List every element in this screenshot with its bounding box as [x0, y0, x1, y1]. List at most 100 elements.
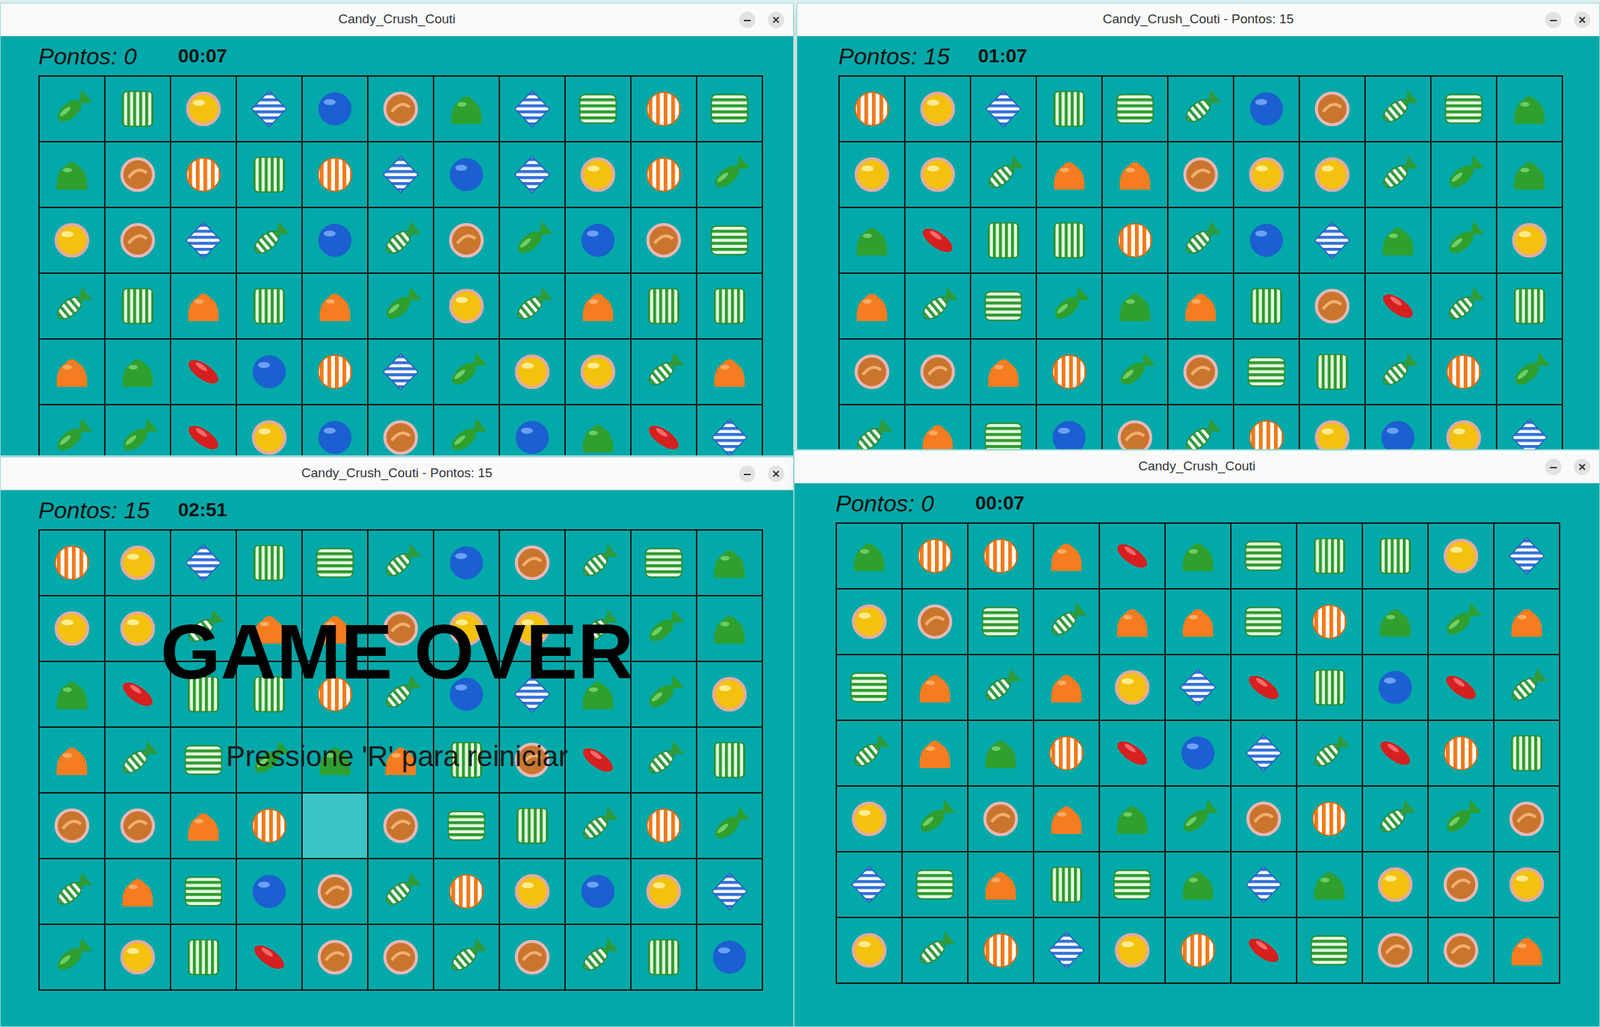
board-cell[interactable]	[1365, 405, 1432, 450]
board-cell[interactable]	[1234, 208, 1300, 274]
board-cell[interactable]	[1168, 142, 1235, 209]
board-cell[interactable]	[1365, 273, 1432, 340]
game-window[interactable]: Candy_Crush_Couti - Pontos: 15Pontos: 15…	[0, 456, 794, 1027]
board-cell[interactable]	[302, 273, 369, 340]
board-cell[interactable]	[1297, 721, 1364, 787]
board-cell[interactable]	[500, 142, 566, 209]
board-cell[interactable]	[39, 859, 106, 926]
close-icon[interactable]	[767, 465, 785, 483]
board-cell[interactable]	[1168, 273, 1235, 340]
board-cell[interactable]	[905, 142, 972, 209]
board-cell[interactable]	[1100, 852, 1166, 919]
board-cell[interactable]	[1428, 523, 1495, 590]
board-cell[interactable]	[1102, 273, 1169, 340]
board-cell[interactable]	[171, 859, 237, 926]
board-cell[interactable]	[1231, 655, 1298, 722]
board-cell[interactable]	[236, 530, 303, 597]
board-cell[interactable]	[1300, 142, 1366, 209]
board-cell[interactable]	[836, 786, 903, 853]
board-cell[interactable]	[105, 339, 172, 406]
board-cell[interactable]	[1365, 142, 1432, 209]
board-cell[interactable]	[39, 728, 106, 794]
board-cell[interactable]	[171, 530, 237, 597]
board-cell[interactable]	[971, 142, 1037, 209]
board-cell[interactable]	[631, 76, 698, 143]
board-cell[interactable]	[1363, 655, 1429, 722]
board-cell[interactable]	[1231, 523, 1298, 590]
board-cell[interactable]	[1494, 918, 1561, 985]
board-cell[interactable]	[1234, 405, 1300, 450]
board-cell[interactable]	[565, 728, 632, 794]
minimize-icon[interactable]	[738, 465, 757, 483]
board-cell[interactable]	[105, 273, 172, 340]
board-cell[interactable]	[105, 793, 172, 860]
board-cell[interactable]	[1497, 339, 1564, 406]
board-cell[interactable]	[1034, 786, 1100, 853]
board-cell[interactable]	[836, 655, 903, 722]
board-cell[interactable]	[631, 273, 698, 340]
board-cell[interactable]	[1100, 589, 1166, 656]
board-cell[interactable]	[236, 859, 303, 926]
title-bar[interactable]: Candy_Crush_Couti - Pontos: 15	[0, 457, 794, 491]
board-cell[interactable]	[1428, 786, 1495, 853]
board-cell[interactable]	[236, 405, 303, 457]
board-cell[interactable]	[1036, 76, 1103, 143]
board-cell[interactable]	[697, 76, 764, 143]
board-cell[interactable]	[1494, 589, 1561, 656]
board-cell[interactable]	[171, 793, 237, 860]
board-cell[interactable]	[1428, 721, 1495, 787]
board-cell[interactable]	[1234, 339, 1300, 406]
board-cell[interactable]	[434, 76, 500, 143]
board-cell[interactable]	[905, 76, 972, 143]
board-cell[interactable]	[697, 208, 764, 274]
board-cell[interactable]	[565, 208, 632, 274]
board-cell[interactable]	[968, 918, 1035, 985]
board-cell[interactable]	[434, 273, 500, 340]
board-cell[interactable]	[968, 655, 1035, 722]
board-cell[interactable]	[565, 273, 632, 340]
board-cell[interactable]	[368, 142, 435, 209]
board-cell[interactable]	[1428, 852, 1495, 919]
board-cell[interactable]	[1297, 523, 1364, 590]
board-cell[interactable]	[971, 208, 1037, 274]
board-cell[interactable]	[1494, 523, 1561, 590]
board-cell[interactable]	[971, 273, 1037, 340]
board-cell[interactable]	[1297, 918, 1364, 985]
board-cell[interactable]	[1100, 721, 1166, 787]
board-cell[interactable]	[968, 852, 1035, 919]
board-cell[interactable]	[1297, 655, 1364, 722]
board-cell[interactable]	[1231, 852, 1298, 919]
board-cell[interactable]	[697, 339, 764, 406]
board-cell[interactable]	[1036, 405, 1103, 450]
board-cell[interactable]	[1102, 208, 1169, 274]
board-cell[interactable]	[836, 589, 903, 656]
board-cell[interactable]	[697, 596, 764, 663]
minimize-icon[interactable]	[738, 10, 757, 29]
board-cell[interactable]	[1102, 76, 1169, 143]
board-cell[interactable]	[968, 721, 1035, 787]
board-cell[interactable]	[1431, 208, 1498, 274]
board-cell[interactable]	[39, 662, 106, 729]
board-cell[interactable]	[39, 76, 106, 143]
board-cell[interactable]	[368, 273, 435, 340]
board-cell[interactable]	[500, 76, 566, 143]
board-cell[interactable]	[1036, 273, 1103, 340]
board-cell[interactable]	[1363, 786, 1429, 853]
board-cell[interactable]	[1100, 918, 1166, 985]
board-cell[interactable]	[1497, 273, 1564, 340]
board-cell[interactable]	[631, 596, 698, 663]
board-cell[interactable]	[1300, 208, 1366, 274]
board-cell[interactable]	[1497, 76, 1564, 143]
board-cell[interactable]	[839, 339, 906, 406]
board-cell[interactable]	[905, 208, 972, 274]
board-cell[interactable]	[236, 793, 303, 860]
board-cell[interactable]	[1363, 589, 1429, 656]
board-cell[interactable]	[1363, 721, 1429, 787]
board-cell[interactable]	[1036, 208, 1103, 274]
close-icon[interactable]	[1573, 10, 1592, 29]
board-cell[interactable]	[968, 589, 1035, 656]
board-cell[interactable]	[1431, 405, 1498, 450]
board-cell[interactable]	[565, 925, 632, 992]
close-icon[interactable]	[767, 10, 785, 29]
board-cell[interactable]	[434, 859, 500, 926]
